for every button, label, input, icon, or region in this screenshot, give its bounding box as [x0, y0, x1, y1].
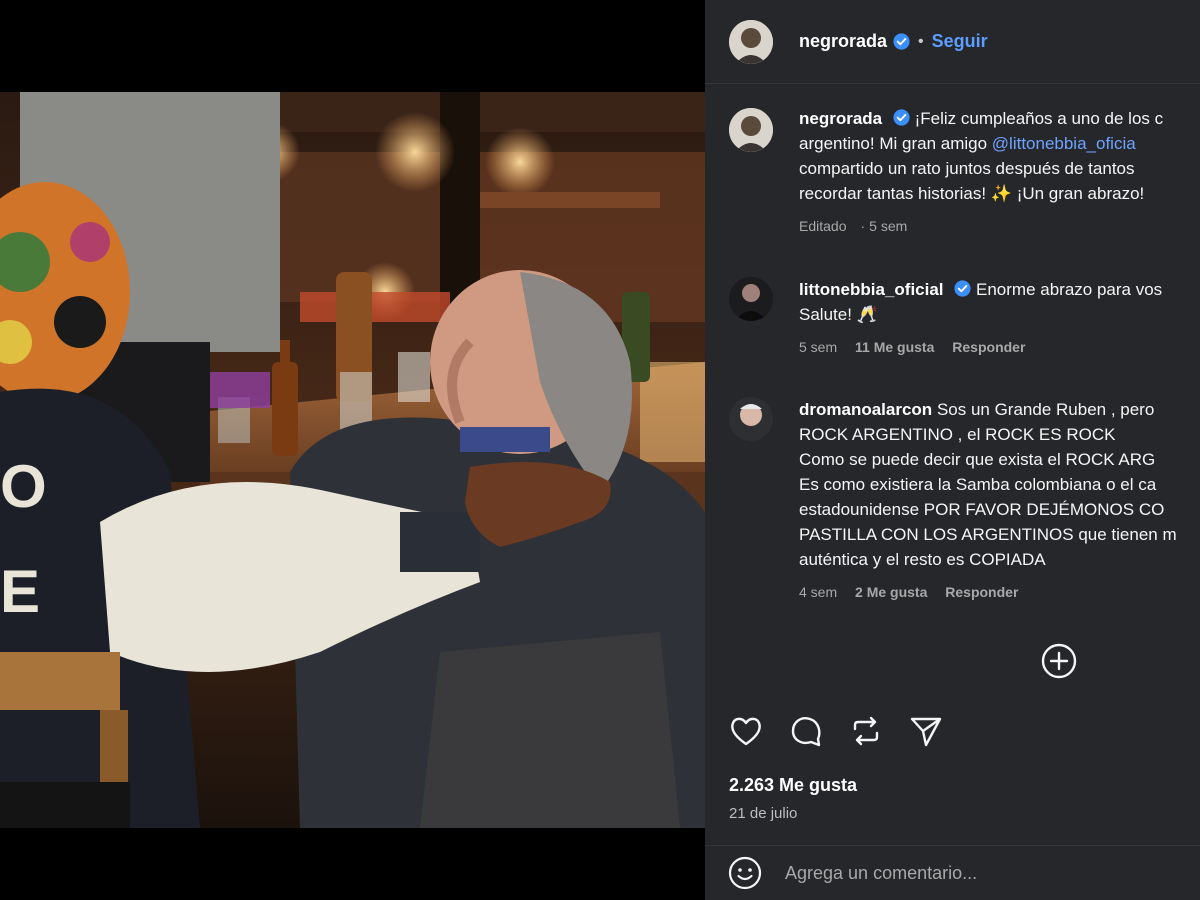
caption-line-3: compartido un rato juntos después de tan…: [799, 159, 1135, 178]
verified-badge-icon: [893, 109, 910, 126]
commenter-avatar[interactable]: [729, 277, 773, 321]
comment-body: dromanoalarcon Sos un Grande Ruben , per…: [799, 397, 1200, 605]
post-photo-illustration: O E: [0, 92, 705, 828]
svg-text:E: E: [0, 558, 40, 625]
comment-item: dromanoalarcon Sos un Grande Ruben , per…: [705, 397, 1200, 605]
caption-mention-link[interactable]: @littonebbia_oficia: [992, 134, 1136, 153]
comment-body: littonebbia_oficial Enorme abrazo para v…: [799, 277, 1200, 360]
heart-icon[interactable]: [727, 712, 765, 750]
verified-badge-icon: [954, 280, 971, 297]
likes-count[interactable]: 2.263 Me gusta: [729, 775, 857, 796]
emoji-icon[interactable]: [727, 855, 763, 891]
comment-text-line: Como se puede decir que exista el ROCK A…: [799, 450, 1156, 469]
post-sidebar: negrorada • Seguir negrorada ¡Feliz cump…: [705, 0, 1200, 900]
comment-username[interactable]: littonebbia_oficial: [799, 280, 944, 299]
comment-text-line: Es como existiera la Samba colombiana o …: [799, 475, 1157, 494]
caption-edited-label: Editado: [799, 218, 847, 234]
comment-text-line: ROCK ARGENTINO , el ROCK ES ROCK: [799, 425, 1116, 444]
post-photo[interactable]: O E: [0, 92, 705, 828]
comment-text-line: Salute! 🥂: [799, 305, 878, 324]
photo-panel: O E: [0, 0, 705, 900]
comment-text-line: PASTILLA CON LOS ARGENTINOS que tienen m: [799, 525, 1177, 544]
author-username[interactable]: negrorada: [799, 31, 887, 52]
comment-composer: [705, 845, 1200, 900]
follow-button[interactable]: Seguir: [932, 31, 988, 52]
svg-text:O: O: [0, 453, 47, 520]
verified-badge-icon: [893, 33, 910, 50]
paper-plane-icon[interactable]: [907, 712, 945, 750]
avatar-face-icon: [729, 277, 773, 321]
comment-text-line: estadounidense POR FAVOR DEJÉMONOS CO: [799, 500, 1165, 519]
caption-body: negrorada ¡Feliz cumpleaños a uno de los…: [799, 108, 1200, 239]
avatar-face-icon: [729, 108, 773, 152]
header-separator: •: [918, 32, 924, 50]
commenter-avatar[interactable]: [729, 397, 773, 441]
comment-text-line: auténtica y el resto es COPIADA: [799, 550, 1046, 569]
post-date: 21 de julio: [729, 805, 798, 822]
repost-icon[interactable]: [847, 712, 885, 750]
comment-likes[interactable]: 2 Me gusta: [855, 584, 927, 600]
caption-line-4: recordar tantas historias! ✨ ¡Un gran ab…: [799, 184, 1145, 203]
comment-time: 4 sem: [799, 584, 838, 600]
action-bar: [727, 712, 945, 750]
comment-input[interactable]: [785, 862, 1165, 884]
post-header: negrorada • Seguir: [705, 0, 1200, 84]
comment-bubble-icon[interactable]: [787, 712, 825, 750]
caption-avatar[interactable]: [729, 108, 773, 152]
comment-item: littonebbia_oficial Enorme abrazo para v…: [705, 277, 1200, 360]
caption-line-1: ¡Feliz cumpleaños a uno de los c: [914, 109, 1164, 128]
comment-likes[interactable]: 11 Me gusta: [855, 339, 934, 355]
avatar-face-icon: [729, 397, 773, 441]
comment-time: 5 sem: [799, 339, 838, 355]
comment-meta: 4 sem 2 Me gusta Responder: [799, 580, 1200, 605]
plus-circle-icon[interactable]: [1040, 642, 1078, 680]
comment-username[interactable]: dromanoalarcon: [799, 400, 932, 419]
reply-button[interactable]: Responder: [945, 584, 1018, 600]
comment-text-line: Enorme abrazo para vos: [976, 280, 1163, 299]
comment-text-line: Sos un Grande Ruben , pero: [936, 400, 1155, 419]
avatar-face-icon: [729, 19, 773, 64]
caption-username[interactable]: negrorada: [799, 109, 882, 128]
caption-meta: Editado · 5 sem: [799, 218, 908, 234]
post-caption: negrorada ¡Feliz cumpleaños a uno de los…: [705, 108, 1200, 239]
author-avatar[interactable]: [729, 19, 773, 64]
caption-time: 5 sem: [869, 218, 908, 234]
caption-line-2: argentino! Mi gran amigo: [799, 134, 992, 153]
reply-button[interactable]: Responder: [952, 339, 1025, 355]
comment-meta: 5 sem 11 Me gusta Responder: [799, 335, 1200, 360]
